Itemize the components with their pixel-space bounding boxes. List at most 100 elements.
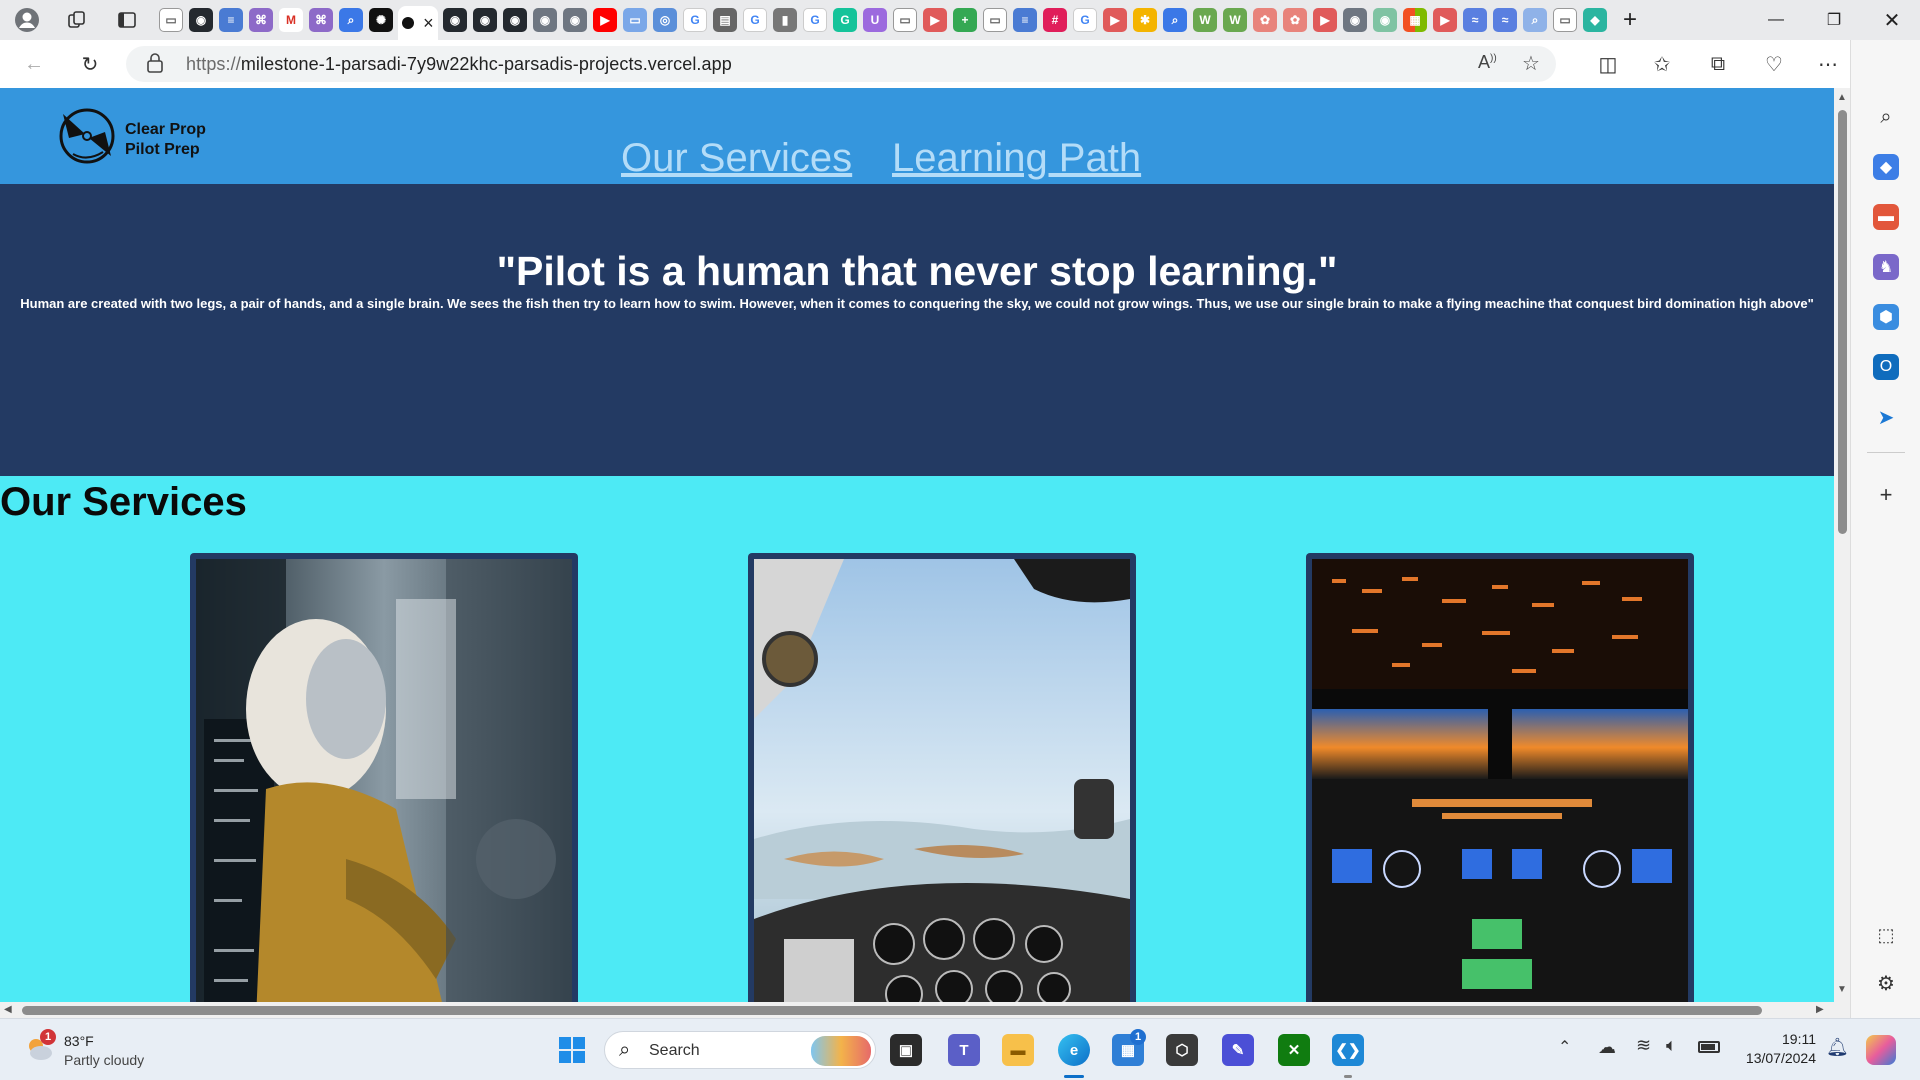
tab-youtube-icon-2[interactable]: ▶ — [923, 8, 947, 32]
tab-active[interactable]: × — [398, 6, 438, 40]
tab-page-icon[interactable]: ▭ — [159, 8, 183, 32]
tab-page-icon-2[interactable]: ▭ — [893, 8, 917, 32]
send-icon[interactable]: ➤ — [1873, 404, 1899, 430]
tab-search-icon[interactable]: ⌕ — [339, 8, 363, 32]
address-bar[interactable]: https://milestone-1-parsadi-7y9w22khc-pa… — [126, 46, 1556, 82]
m365-icon[interactable]: ⬢ — [1873, 304, 1899, 330]
vscode-icon[interactable]: ❮❯ — [1332, 1034, 1364, 1066]
tab-github-icon-8[interactable]: ◉ — [1373, 8, 1397, 32]
tab-print-icon[interactable]: ▤ — [713, 8, 737, 32]
tab-file-icon[interactable]: ▮ — [773, 8, 797, 32]
tab-github-icon[interactable]: ◉ — [189, 8, 213, 32]
tab-youtube-icon[interactable]: ▶ — [593, 8, 617, 32]
horizontal-scrollbar[interactable]: ◀ ▶ — [0, 1002, 1850, 1018]
tab-search-icon-2[interactable]: ⌕ — [1163, 8, 1187, 32]
tab-app-icon-2[interactable]: U — [863, 8, 887, 32]
vertical-scroll-thumb[interactable] — [1838, 110, 1847, 534]
back-icon[interactable]: ← — [20, 50, 48, 78]
task-view-icon[interactable]: ▣ — [890, 1034, 922, 1066]
tab-github-icon-6[interactable]: ◉ — [563, 8, 587, 32]
minimize-button[interactable]: — — [1748, 0, 1804, 40]
scroll-up-icon[interactable]: ▲ — [1837, 92, 1847, 103]
tab-youtube-icon-3[interactable]: ▶ — [1103, 8, 1127, 32]
tab-github-icon-7[interactable]: ◉ — [1343, 8, 1367, 32]
tab-search-icon-3[interactable]: ⌕ — [1523, 8, 1547, 32]
brand-name[interactable]: Clear Prop Pilot Prep — [125, 120, 206, 160]
weather-widget[interactable]: 1 83°F Partly cloudy — [20, 1027, 180, 1073]
tab-page-icon-4[interactable]: ▭ — [1553, 8, 1577, 32]
nav-our-services[interactable]: Our Services — [621, 136, 852, 181]
tab-app-icon-4[interactable]: ✿ — [1253, 8, 1277, 32]
tab-grammarly-icon[interactable]: G — [833, 8, 857, 32]
add-icon[interactable]: + — [1873, 482, 1899, 508]
start-windows-icon[interactable] — [556, 1034, 588, 1066]
tab-google-icon-2[interactable]: G — [743, 8, 767, 32]
more-menu-icon[interactable]: ⋯ — [1814, 50, 1842, 78]
battery-icon[interactable] — [1698, 1041, 1720, 1053]
new-tab-button[interactable]: + — [1618, 6, 1642, 33]
scroll-down-icon[interactable]: ▼ — [1837, 984, 1847, 995]
file-explorer-icon[interactable]: ▬ — [1002, 1034, 1034, 1066]
service-card-1[interactable] — [190, 553, 578, 1002]
vertical-scrollbar[interactable]: ▲ ▼ — [1834, 88, 1850, 1002]
tab-chat-icon[interactable]: ▭ — [623, 8, 647, 32]
service-card-2[interactable] — [748, 553, 1136, 1002]
wifi-icon[interactable]: ≋ — [1636, 1035, 1651, 1056]
refresh-icon[interactable]: ↻ — [76, 50, 104, 78]
tab-google-icon[interactable]: G — [683, 8, 707, 32]
tab-app-icon-3[interactable]: ✱ — [1133, 8, 1157, 32]
tab-app-icon-7[interactable]: ≈ — [1493, 8, 1517, 32]
tab-slack-icon[interactable]: # — [1043, 8, 1067, 32]
tab-docs-icon[interactable]: ≡ — [219, 8, 243, 32]
favorites-icon[interactable]: ✩ — [1648, 50, 1676, 78]
tab-scrum-icon-2[interactable]: ⌘ — [309, 8, 333, 32]
shopping-icon[interactable]: ◆ — [1873, 154, 1899, 180]
tab-app-icon-5[interactable]: ✿ — [1283, 8, 1307, 32]
restore-button[interactable]: ❐ — [1806, 0, 1862, 40]
profile-icon[interactable] — [12, 5, 42, 35]
xbox-icon[interactable]: ✕ — [1278, 1034, 1310, 1066]
tab-app-icon-8[interactable]: ◆ — [1583, 8, 1607, 32]
tab-app-icon[interactable]: ◎ — [653, 8, 677, 32]
tab-docs-icon-2[interactable]: ≡ — [1013, 8, 1037, 32]
search-icon[interactable]: ⌕ — [1873, 104, 1899, 130]
edge-icon[interactable]: e — [1058, 1034, 1090, 1066]
tab-openai-icon[interactable]: ✺ — [369, 8, 393, 32]
tab-github-icon-5[interactable]: ◉ — [533, 8, 557, 32]
tab-github-icon-4[interactable]: ◉ — [503, 8, 527, 32]
tab-word-icon[interactable]: W — [1193, 8, 1217, 32]
tab-gmail-icon[interactable]: M — [279, 8, 303, 32]
tab-youtube-icon-5[interactable]: ▶ — [1433, 8, 1457, 32]
notification-bell-icon[interactable]: 🔔︎ — [1826, 1037, 1849, 1058]
tab-github-icon-3[interactable]: ◉ — [473, 8, 497, 32]
tab-github-icon-2[interactable]: ◉ — [443, 8, 467, 32]
tab-youtube-icon-4[interactable]: ▶ — [1313, 8, 1337, 32]
close-window-button[interactable]: ✕ — [1864, 0, 1920, 40]
onedrive-icon[interactable]: ☁ — [1598, 1037, 1616, 1058]
tray-chevron-icon[interactable]: ⌃ — [1558, 1037, 1571, 1057]
tab-sheets-icon[interactable]: + — [953, 8, 977, 32]
teams-icon[interactable]: T — [948, 1034, 980, 1066]
copilot-taskbar-icon[interactable] — [1866, 1035, 1896, 1065]
tab-word-icon-2[interactable]: W — [1223, 8, 1247, 32]
tab-app-icon-6[interactable]: ≈ — [1463, 8, 1487, 32]
scroll-right-icon[interactable]: ▶ — [1816, 1004, 1824, 1015]
read-aloud-icon[interactable]: A)) — [1478, 52, 1497, 73]
nav-learning-path[interactable]: Learning Path — [892, 136, 1141, 181]
horizontal-scroll-thumb[interactable] — [22, 1006, 1762, 1015]
workspaces-icon[interactable] — [62, 5, 92, 35]
volume-icon[interactable]: 🔈︎ — [1666, 1035, 1677, 1056]
tab-microsoft-icon[interactable]: ▦ — [1403, 8, 1427, 32]
tab-actions-icon[interactable] — [112, 5, 142, 35]
taskbar-search[interactable]: ⌕ Search — [604, 1031, 876, 1069]
collections-icon[interactable]: ⧉ — [1704, 50, 1732, 78]
browser-essentials-icon[interactable]: ♡ — [1760, 50, 1788, 78]
unity-icon[interactable]: ⬡ — [1166, 1034, 1198, 1066]
lock-icon[interactable] — [146, 53, 164, 78]
outlook-icon[interactable]: O — [1873, 354, 1899, 380]
favorite-star-icon[interactable]: ☆ — [1522, 51, 1540, 76]
tab-close-icon[interactable]: × — [423, 13, 434, 34]
tab-google-icon-3[interactable]: G — [803, 8, 827, 32]
service-card-3[interactable] — [1306, 553, 1694, 1002]
games-icon[interactable]: ♞ — [1873, 254, 1899, 280]
